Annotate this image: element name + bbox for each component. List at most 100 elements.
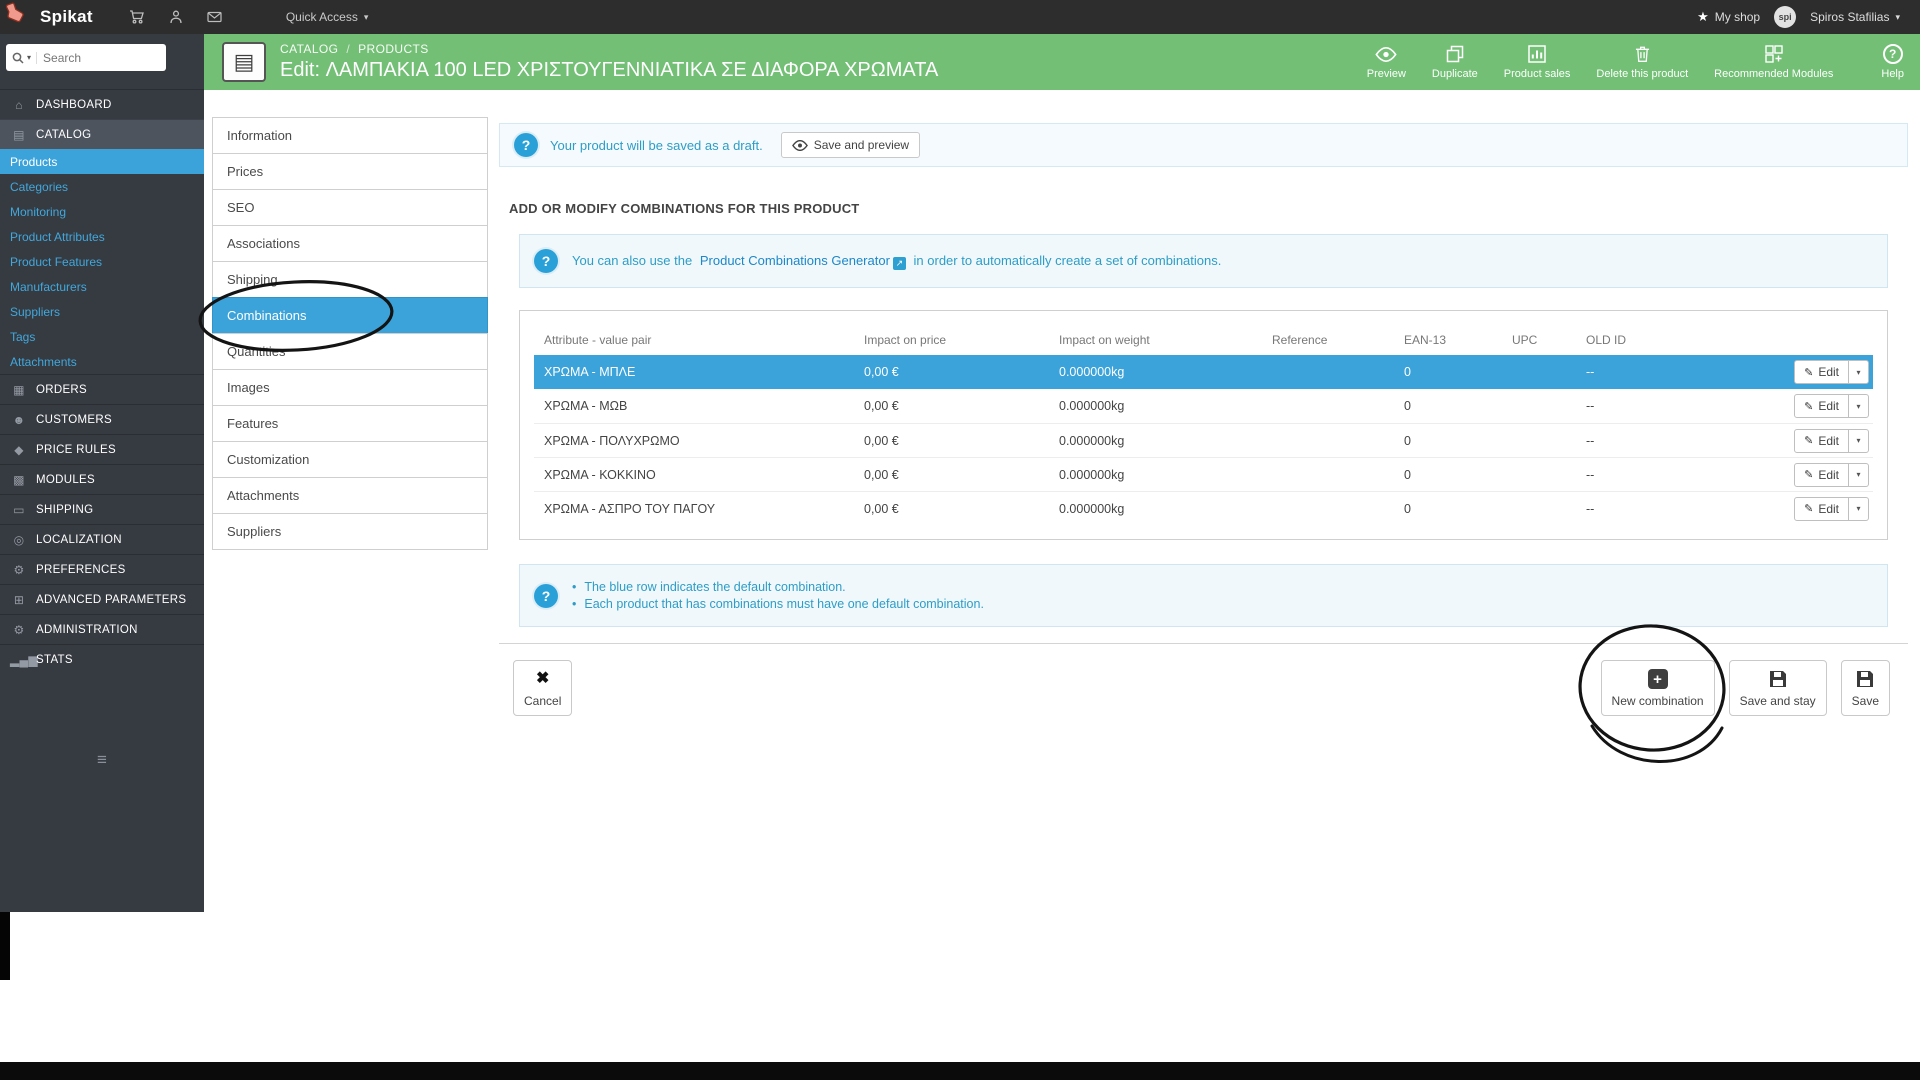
avatar[interactable]: spi xyxy=(1774,6,1797,28)
edit-dropdown-caret[interactable]: ▾ xyxy=(1849,430,1868,452)
edit-dropdown-caret[interactable]: ▾ xyxy=(1849,361,1868,383)
sidebar-item-administration[interactable]: ⚙ ADMINISTRATION xyxy=(0,614,204,644)
sidebar-item-localization[interactable]: ◎ LOCALIZATION xyxy=(0,524,204,554)
cancel-x-icon: ✖ xyxy=(535,670,550,687)
edit-dropdown-caret[interactable]: ▾ xyxy=(1849,395,1868,417)
preview-button[interactable]: Preview xyxy=(1367,44,1406,80)
sidebar-item-price-rules[interactable]: ◆ PRICE RULES xyxy=(0,434,204,464)
tab-features[interactable]: Features xyxy=(212,405,488,442)
sidebar-item-suppliers[interactable]: Suppliers xyxy=(0,299,204,324)
product-sales-button[interactable]: Product sales xyxy=(1504,44,1570,80)
tab-shipping[interactable]: Shipping xyxy=(212,261,488,298)
duplicate-button[interactable]: Duplicate xyxy=(1432,44,1478,80)
tab-combinations[interactable]: Combinations xyxy=(212,297,488,334)
generator-info-panel: ? You can also use the Product Combinati… xyxy=(519,234,1888,288)
tab-information[interactable]: Information xyxy=(212,117,488,154)
tab-customization[interactable]: Customization xyxy=(212,441,488,478)
sidebar-item-monitoring[interactable]: Monitoring xyxy=(0,199,204,224)
sidebar-item-orders[interactable]: ▦ ORDERS xyxy=(0,374,204,404)
sidebar-item-customers[interactable]: ☻ CUSTOMERS xyxy=(0,404,204,434)
star-icon: ★ xyxy=(1697,9,1709,24)
gear-icon: ⚙ xyxy=(13,562,25,577)
sidebar-item-products[interactable]: Products xyxy=(0,149,204,174)
note-line-2: Each product that has combinations must … xyxy=(572,597,984,611)
help-button[interactable]: ? Help xyxy=(1881,44,1904,80)
catalog-submenu: Products Categories Monitoring Product A… xyxy=(0,149,204,374)
edit-dropdown-caret[interactable]: ▾ xyxy=(1849,498,1868,520)
my-shop-link[interactable]: ★ My shop xyxy=(1697,9,1760,25)
caret-down-icon: ▾ xyxy=(1895,11,1900,22)
table-row: ΧΡΩΜΑ - ΠΟΛΥΧΡΩΜΟ 0,00 € 0.000000kg 0 --… xyxy=(534,423,1873,457)
combinations-table-panel: Attribute - value pair Impact on price I… xyxy=(519,310,1888,540)
search-input[interactable] xyxy=(43,50,140,65)
edit-button[interactable]: ✎ Edit ▾ xyxy=(1794,496,1869,521)
chart-icon xyxy=(1528,44,1546,64)
sidebar-item-dashboard[interactable]: ⌂ DASHBOARD xyxy=(0,89,204,119)
sidebar-item-advanced-parameters[interactable]: ⊞ ADVANCED PARAMETERS xyxy=(0,584,204,614)
sidebar-item-tags[interactable]: Tags xyxy=(0,324,204,349)
sidebar-search: ▾ xyxy=(6,44,166,71)
help-icon: ? xyxy=(1882,44,1903,64)
gear-icon: ⚙ xyxy=(13,622,25,637)
edit-button[interactable]: ✎ Edit ▾ xyxy=(1794,462,1869,487)
sidebar-item-preferences[interactable]: ⚙ PREFERENCES xyxy=(0,554,204,584)
tab-seo[interactable]: SEO xyxy=(212,189,488,226)
save-and-stay-button[interactable]: Save and stay xyxy=(1728,660,1827,716)
tab-associations[interactable]: Associations xyxy=(212,225,488,262)
cart-icon[interactable] xyxy=(129,10,145,24)
section-title: ADD OR MODIFY COMBINATIONS FOR THIS PROD… xyxy=(509,201,860,216)
sidebar-item-manufacturers[interactable]: Manufacturers xyxy=(0,274,204,299)
sidebar-item-stats[interactable]: ▂▄▆ STATS xyxy=(0,644,204,674)
cancel-button[interactable]: ✖ Cancel xyxy=(513,660,573,716)
breadcrumb-catalog[interactable]: CATALOG xyxy=(280,42,338,56)
my-shop-label: My shop xyxy=(1714,10,1761,24)
edit-button[interactable]: ✎ Edit ▾ xyxy=(1794,394,1869,418)
save-button[interactable]: Save xyxy=(1840,660,1890,716)
sidebar-item-product-attributes[interactable]: Product Attributes xyxy=(0,224,204,249)
tab-prices[interactable]: Prices xyxy=(212,153,488,190)
draft-alert: ? Your product will be saved as a draft.… xyxy=(499,123,1908,167)
page-title: Edit: ΛΑΜΠΑΚΙΑ 100 LED ΧΡΙΣΤΟΥΓΕΝΝΙΑΤΙΚΑ… xyxy=(280,59,939,81)
delete-product-button[interactable]: Delete this product xyxy=(1596,44,1688,80)
puzzle-icon: ▩ xyxy=(13,472,25,487)
tab-images[interactable]: Images xyxy=(212,369,488,406)
tab-suppliers[interactable]: Suppliers xyxy=(212,513,488,550)
breadcrumb: CATALOG / PRODUCTS xyxy=(280,42,938,56)
product-combinations-generator-link[interactable]: Product Combinations Generator ↗ xyxy=(700,253,906,270)
sidebar-item-modules[interactable]: ▩ MODULES xyxy=(0,464,204,494)
sidebar-item-catalog[interactable]: ▤ CATALOG xyxy=(0,119,204,149)
left-black-strip xyxy=(0,912,10,980)
settings-grid-icon: ⊞ xyxy=(13,592,25,607)
col-attribute: Attribute - value pair xyxy=(544,333,652,347)
floppy-icon xyxy=(1857,671,1874,687)
globe-icon: ◎ xyxy=(13,532,25,547)
shop-logo[interactable]: Spikat xyxy=(40,7,93,27)
tab-attachments[interactable]: Attachments xyxy=(212,477,488,514)
eye-icon xyxy=(1375,44,1397,64)
new-combination-button[interactable]: + New combination xyxy=(1600,660,1715,716)
edit-button[interactable]: ✎ Edit ▾ xyxy=(1794,428,1869,453)
collapse-menu-icon[interactable]: ≡ xyxy=(0,750,204,770)
sidebar-item-categories[interactable]: Categories xyxy=(0,174,204,199)
breadcrumb-products[interactable]: PRODUCTS xyxy=(358,42,429,56)
tab-quantities[interactable]: Quantities xyxy=(212,333,488,370)
edit-dropdown-caret[interactable]: ▾ xyxy=(1849,464,1868,486)
recommended-modules-button[interactable]: Recommended Modules xyxy=(1714,44,1833,80)
user-menu[interactable]: Spiros Stafilias ▾ xyxy=(1810,10,1900,24)
sidebar-item-product-features[interactable]: Product Features xyxy=(0,249,204,274)
sidebar-item-shipping[interactable]: ▭ SHIPPING xyxy=(0,494,204,524)
quick-access-label: Quick Access xyxy=(285,10,358,24)
info-question-icon: ? xyxy=(534,249,558,273)
mail-icon[interactable] xyxy=(207,11,222,23)
quick-access-menu[interactable]: Quick Access ▾ xyxy=(286,10,369,24)
draft-alert-text: Your product will be saved as a draft. xyxy=(550,137,763,153)
book-icon: ▤ xyxy=(13,127,25,142)
save-and-preview-button[interactable]: Save and preview xyxy=(780,132,921,158)
customer-icon[interactable] xyxy=(169,10,183,24)
edit-button[interactable]: ✎ Edit ▾ xyxy=(1794,360,1869,384)
pencil-icon: ✎ xyxy=(1804,469,1814,481)
topbar: Spikat Quick Access ▾ ★ My shop spi Spir… xyxy=(0,0,1920,34)
table-header-row: Attribute - value pair Impact on price I… xyxy=(534,325,1873,355)
search-scope-button[interactable]: ▾ xyxy=(12,51,38,64)
sidebar-item-attachments[interactable]: Attachments xyxy=(0,349,204,374)
